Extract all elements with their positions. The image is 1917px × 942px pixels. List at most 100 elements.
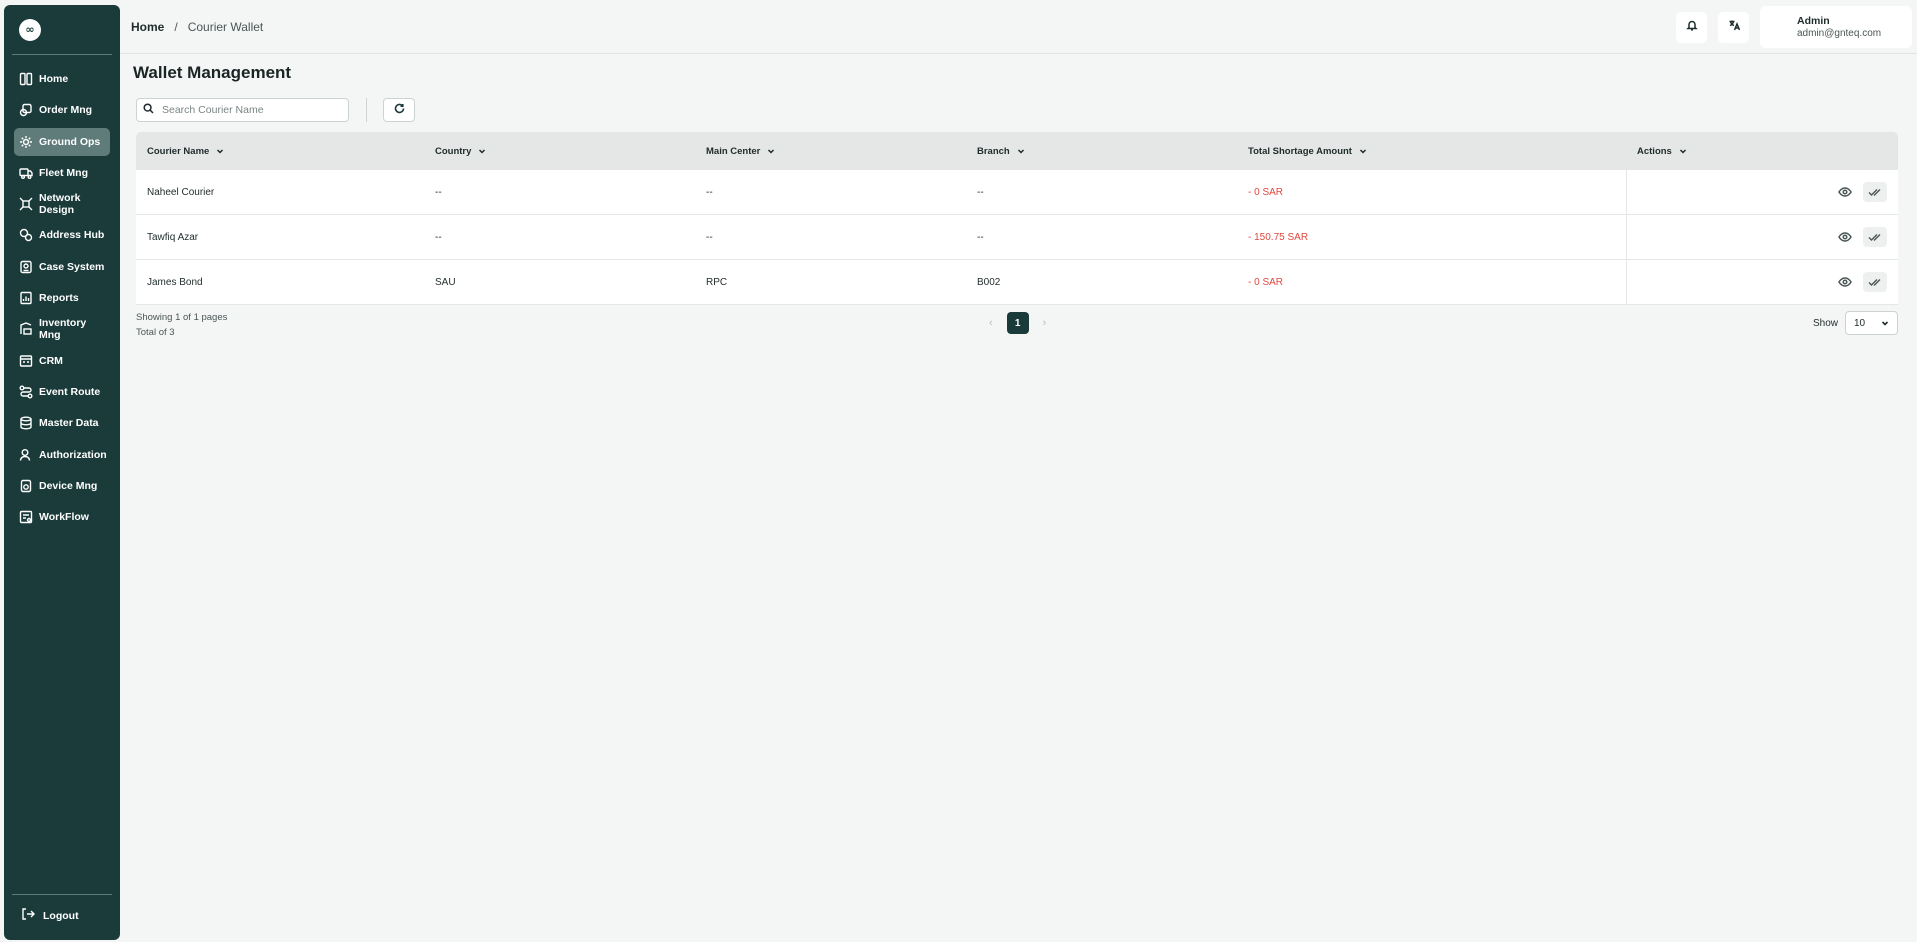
cell-shortage-amount: - 150.75 SAR bbox=[1248, 231, 1309, 243]
sidebar-item-label: Home bbox=[39, 73, 69, 85]
sidebar-item-master-data[interactable]: Master Data bbox=[14, 409, 110, 437]
sidebar-item-label: Inventory Mng bbox=[39, 317, 87, 342]
chevron-down-icon bbox=[1679, 149, 1686, 154]
view-button[interactable] bbox=[1833, 182, 1857, 202]
crm-icon bbox=[19, 354, 33, 368]
pagination: Showing 1 of 1 pages Total of 3 ‹ 1 › Sh… bbox=[136, 308, 1898, 344]
sidebar-item-network-design[interactable]: Network Design bbox=[14, 190, 110, 218]
chevron-down-icon bbox=[768, 149, 775, 154]
eye-icon bbox=[1838, 277, 1852, 287]
logout-button[interactable]: Logout bbox=[12, 907, 112, 924]
double-check-icon bbox=[1868, 279, 1881, 286]
sidebar-item-label: Case System bbox=[39, 260, 105, 273]
column-header-total-shortage[interactable]: Total Shortage Amount bbox=[1237, 146, 1626, 157]
user-icon bbox=[19, 448, 33, 462]
logo-area: ∞ bbox=[12, 5, 112, 55]
eye-icon bbox=[1838, 232, 1852, 242]
sidebar-item-label: Master Data bbox=[39, 417, 99, 430]
database-icon bbox=[19, 416, 33, 430]
user-email: admin@gnteq.com bbox=[1797, 28, 1882, 39]
sidebar-item-fleet-mng[interactable]: Fleet Mng bbox=[14, 159, 110, 187]
table-row: Tawfiq Azar -- -- -- - 150.75 SAR bbox=[136, 215, 1898, 260]
page-size-control: Show 10 bbox=[1813, 311, 1898, 335]
logout-icon bbox=[21, 907, 35, 924]
view-button[interactable] bbox=[1833, 272, 1857, 292]
sidebar-item-label: Device Mng bbox=[39, 479, 98, 492]
sidebar-item-device-mng[interactable]: Device Mng bbox=[14, 472, 110, 500]
cell-branch: B002 bbox=[977, 276, 1001, 288]
search-input[interactable] bbox=[162, 103, 332, 116]
order-icon bbox=[19, 103, 33, 117]
page-number-button[interactable]: 1 bbox=[1006, 312, 1029, 334]
table-row: James Bond SAU RPC B002 - 0 SAR bbox=[136, 260, 1898, 305]
refresh-button[interactable] bbox=[383, 97, 415, 122]
sidebar-item-label: Authorization bbox=[39, 448, 107, 461]
view-button[interactable] bbox=[1833, 227, 1857, 247]
page-title: Wallet Management bbox=[133, 63, 292, 82]
sidebar: ∞ Home Order Mng Ground Ops Fleet Mng Ne… bbox=[4, 5, 120, 940]
sidebar-item-workflow[interactable]: WorkFlow bbox=[14, 503, 110, 531]
main-content: Wallet Management Courier Name Country M… bbox=[133, 54, 1898, 344]
total-count-text: Total of 3 bbox=[136, 327, 175, 338]
sidebar-item-reports[interactable]: Reports bbox=[14, 284, 110, 312]
search-icon bbox=[143, 101, 154, 119]
prev-page-button[interactable]: ‹ bbox=[989, 317, 993, 329]
header-actions: Admin admin@gnteq.com bbox=[1676, 6, 1912, 48]
settle-button[interactable] bbox=[1863, 227, 1887, 247]
sidebar-item-label: Event Route bbox=[39, 385, 101, 398]
sidebar-item-ground-ops[interactable]: Ground Ops bbox=[14, 127, 110, 156]
device-icon bbox=[19, 479, 33, 493]
chevron-down-icon bbox=[479, 149, 486, 154]
sidebar-item-authorization[interactable]: Authorization bbox=[14, 441, 110, 469]
breadcrumb-home[interactable]: Home bbox=[131, 20, 164, 34]
sidebar-item-home[interactable]: Home bbox=[14, 65, 110, 93]
sidebar-item-order-mng[interactable]: Order Mng bbox=[14, 96, 110, 124]
sidebar-item-crm[interactable]: CRM bbox=[14, 347, 110, 375]
page-size-select[interactable]: 10 bbox=[1845, 311, 1898, 335]
table-row: Naheel Courier -- -- -- - 0 SAR bbox=[136, 170, 1898, 215]
chevron-down-icon bbox=[1359, 149, 1366, 154]
sidebar-item-label: CRM bbox=[39, 354, 63, 367]
cell-country: -- bbox=[435, 231, 442, 243]
settle-button[interactable] bbox=[1863, 182, 1887, 202]
cell-branch: -- bbox=[977, 231, 984, 243]
column-header-branch[interactable]: Branch bbox=[966, 146, 1237, 157]
network-icon bbox=[19, 197, 33, 211]
cell-actions bbox=[1626, 260, 1898, 304]
sidebar-item-event-route[interactable]: Event Route bbox=[14, 378, 110, 406]
sidebar-item-label: Address Hub bbox=[39, 229, 105, 242]
cell-main-center: -- bbox=[706, 186, 713, 198]
page-size-value: 10 bbox=[1854, 317, 1866, 329]
column-label: Actions bbox=[1637, 145, 1672, 157]
column-header-courier-name[interactable]: Courier Name bbox=[136, 146, 424, 157]
cell-shortage-amount: - 0 SAR bbox=[1248, 186, 1284, 198]
column-label: Branch bbox=[977, 145, 1010, 157]
language-button[interactable] bbox=[1718, 11, 1749, 43]
settle-button[interactable] bbox=[1863, 272, 1887, 292]
sidebar-item-inventory-mng[interactable]: Inventory Mng bbox=[14, 315, 110, 343]
sidebar-item-label: Ground Ops bbox=[39, 135, 101, 148]
truck-icon bbox=[19, 166, 33, 180]
next-page-button[interactable]: › bbox=[1043, 317, 1047, 329]
column-header-actions[interactable]: Actions bbox=[1626, 146, 1898, 157]
sidebar-item-label: Fleet Mng bbox=[39, 166, 88, 179]
cell-actions bbox=[1626, 170, 1898, 214]
show-label: Show bbox=[1812, 317, 1838, 329]
sidebar-nav: Home Order Mng Ground Ops Fleet Mng Netw… bbox=[14, 65, 110, 531]
search-box bbox=[136, 97, 349, 122]
notifications-button[interactable] bbox=[1676, 11, 1707, 43]
logo[interactable]: ∞ bbox=[19, 18, 41, 41]
sidebar-item-address-hub[interactable]: Address Hub bbox=[14, 221, 110, 249]
cell-country: -- bbox=[435, 186, 442, 198]
route-icon bbox=[19, 385, 33, 399]
cell-country: SAU bbox=[435, 276, 456, 288]
logout-label: Logout bbox=[43, 909, 79, 922]
wallet-table: Courier Name Country Main Center Branch … bbox=[136, 132, 1898, 344]
column-label: Country bbox=[435, 145, 472, 157]
column-header-country[interactable]: Country bbox=[424, 146, 695, 157]
toolbar bbox=[133, 97, 1897, 122]
sidebar-item-case-system[interactable]: Case System bbox=[14, 253, 110, 281]
user-menu[interactable]: Admin admin@gnteq.com bbox=[1760, 6, 1912, 48]
case-icon bbox=[19, 260, 33, 274]
column-header-main-center[interactable]: Main Center bbox=[695, 146, 966, 157]
